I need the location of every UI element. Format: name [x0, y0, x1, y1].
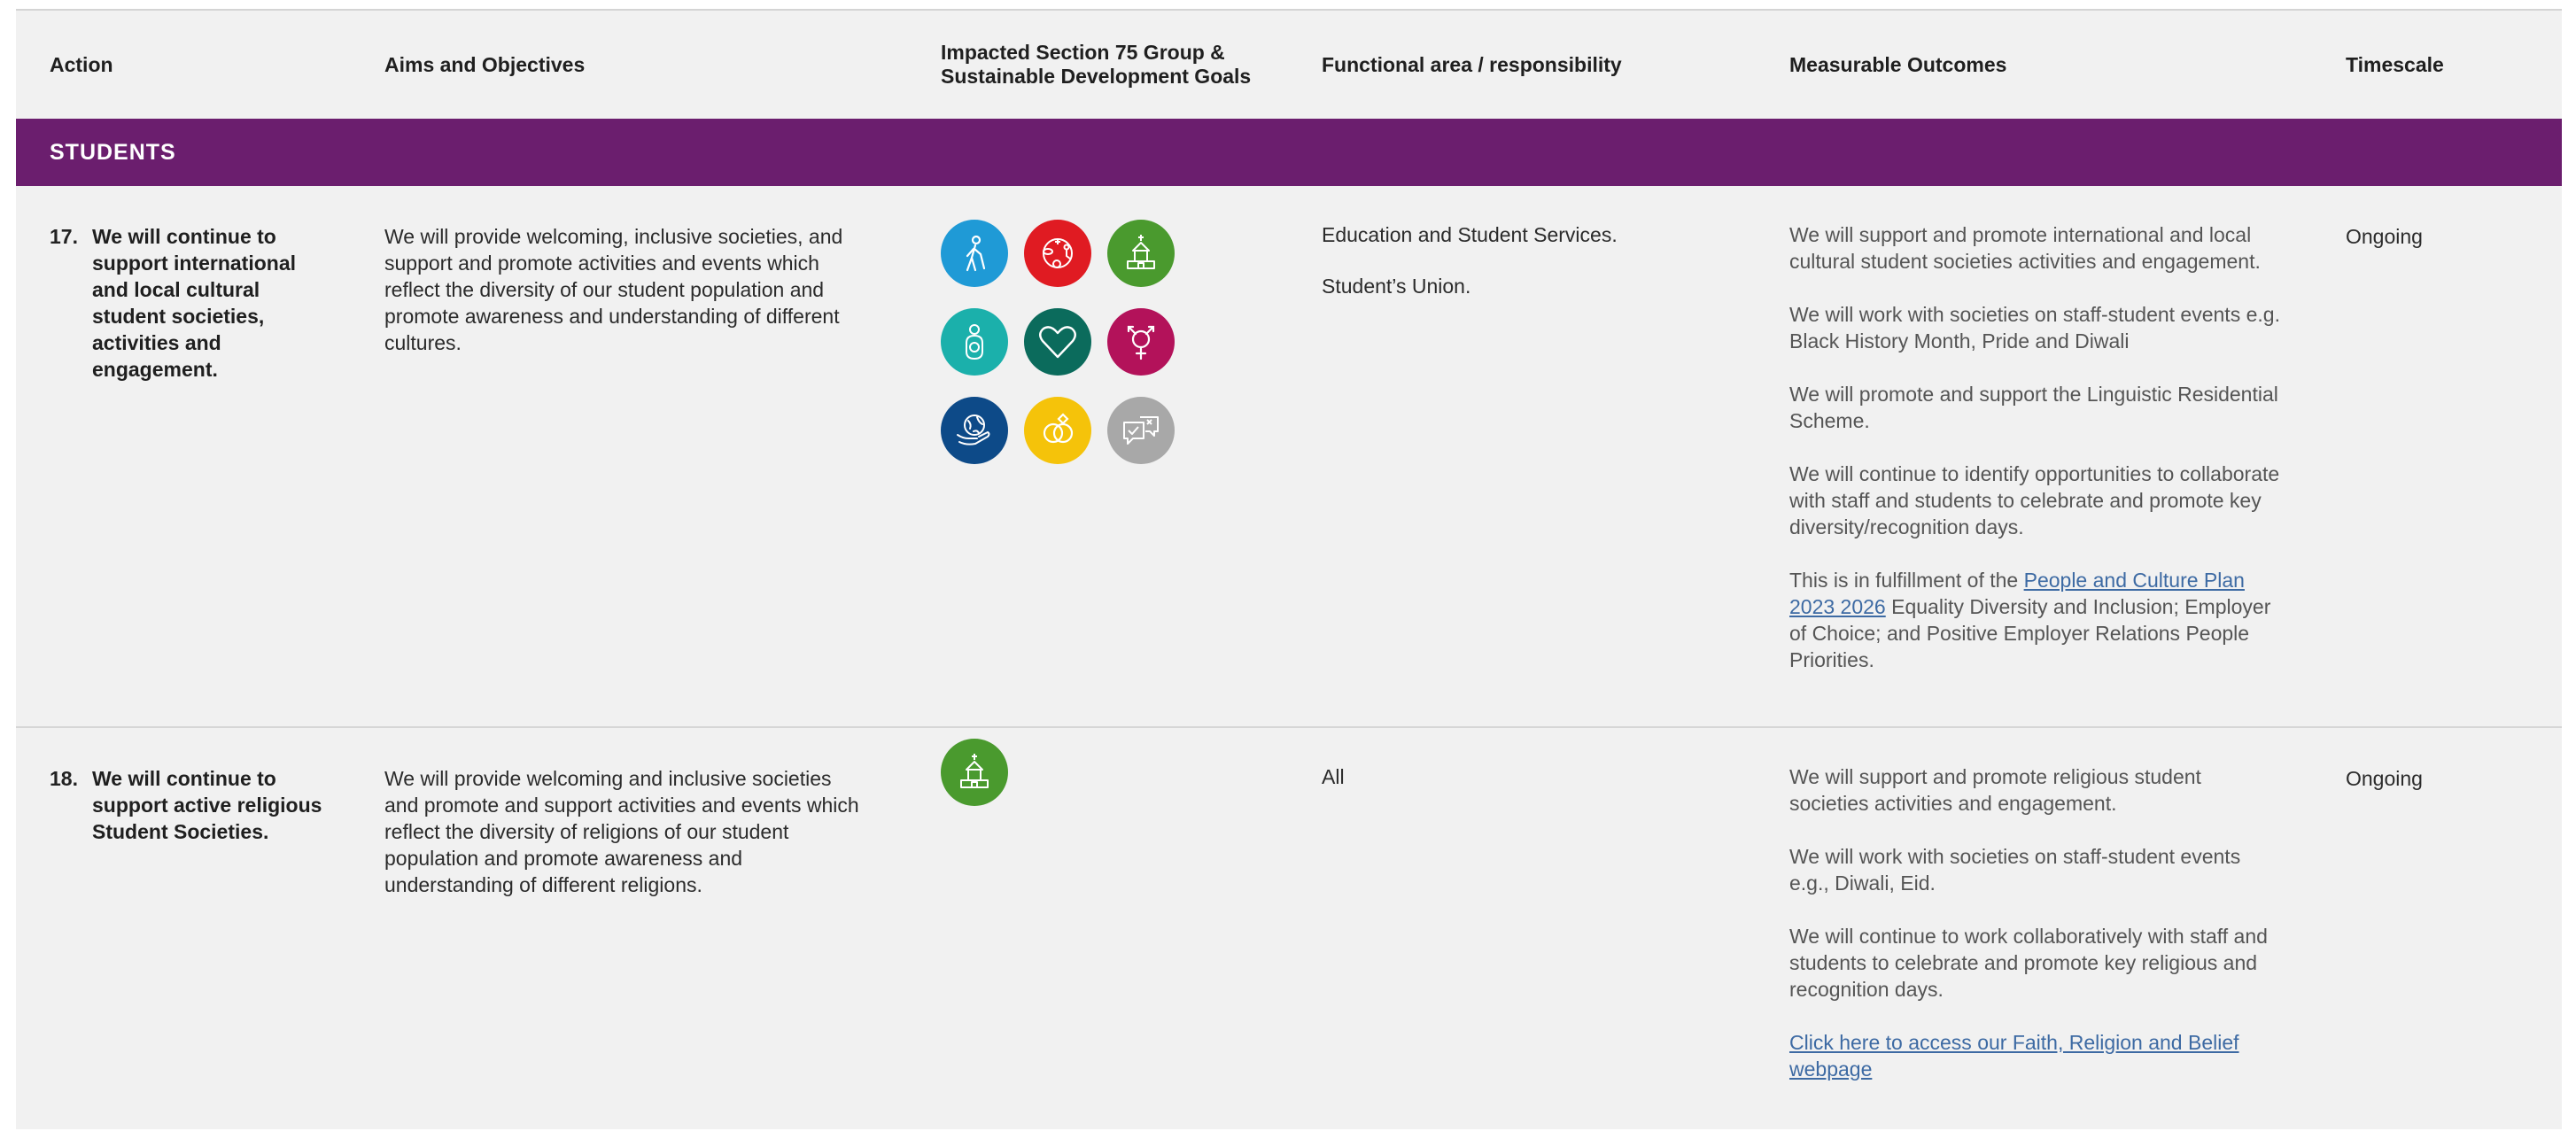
outcome-text: This is in fulfillment of the	[1789, 569, 2024, 592]
outcome-paragraph: We will work with societies on staff-stu…	[1789, 303, 2280, 352]
disability-icon	[1024, 220, 1091, 287]
outcome-paragraph: This is in fulfillment of the People and…	[1789, 567, 2285, 673]
functional-area-item: Student’s Union.	[1322, 275, 1471, 298]
outcome-paragraph: Click here to access our Faith, Religion…	[1789, 1029, 2285, 1082]
section-band-label: STUDENTS	[50, 139, 176, 165]
header-impacted-line1: Impacted Section 75 Group &	[941, 41, 1225, 64]
outcome-paragraph: We will continue to identify opportuniti…	[1789, 462, 2280, 538]
aims-text: We will provide welcoming, inclusive soc…	[384, 225, 843, 354]
marital-status-icon	[1024, 397, 1091, 464]
functional-area: All	[1322, 763, 1711, 815]
religion-icon	[1107, 220, 1175, 287]
measurable-outcomes: We will support and promote internationa…	[1789, 221, 2285, 700]
outcome-paragraph: We will promote and support the Linguist…	[1789, 383, 2278, 432]
action-text: We will continue to support internationa…	[92, 225, 296, 381]
equality-action-table: Action Aims and Objectives Impacted Sect…	[16, 9, 2562, 1129]
timescale-value: Ongoing	[2346, 767, 2423, 790]
action-text: We will continue to support active relig…	[92, 767, 322, 843]
faith-religion-belief-link[interactable]: Click here to access our Faith, Religion…	[1789, 1031, 2239, 1081]
outcome-paragraph: We will support and promote religious st…	[1789, 765, 2201, 815]
measurable-outcomes: We will support and promote religious st…	[1789, 763, 2285, 1109]
outcome-paragraph: We will continue to work collaboratively…	[1789, 925, 2268, 1001]
header-impacted-line2: Sustainable Development Goals	[941, 65, 1252, 88]
table-header-row: Action Aims and Objectives Impacted Sect…	[16, 11, 2562, 119]
header-measurable-outcomes: Measurable Outcomes	[1789, 52, 2007, 76]
section-band-students: STUDENTS	[16, 119, 2562, 186]
outcome-paragraph: We will support and promote internationa…	[1789, 223, 2261, 273]
political-opinion-icon	[1107, 397, 1175, 464]
action-number: 18.	[50, 767, 78, 790]
header-impacted-groups: Impacted Section 75 Group & Sustainable …	[941, 11, 1277, 119]
table-row: 17. We will continue to support internat…	[16, 186, 2562, 724]
heart-icon	[1024, 308, 1091, 376]
header-aims: Aims and Objectives	[384, 52, 586, 76]
functional-area-item: All	[1322, 765, 1345, 788]
gender-icon	[1107, 308, 1175, 376]
dependants-icon	[941, 308, 1008, 376]
header-action: Action	[50, 52, 113, 76]
functional-area: Education and Student Services. Student’…	[1322, 221, 1711, 324]
timescale-value: Ongoing	[2346, 225, 2423, 248]
header-functional-area: Functional area / responsibility	[1322, 52, 1622, 76]
religion-icon	[941, 739, 1008, 806]
functional-area-item: Education and Student Services.	[1322, 223, 1618, 246]
race-icon	[941, 397, 1008, 464]
action-number: 17.	[50, 225, 78, 248]
outcome-paragraph: We will work with societies on staff-stu…	[1789, 845, 2241, 895]
aims-text: We will provide welcoming and inclusive …	[384, 767, 859, 896]
age-icon	[941, 220, 1008, 287]
table-row: 18. We will continue to support active r…	[16, 726, 2562, 1131]
header-timescale: Timescale	[2346, 52, 2444, 76]
